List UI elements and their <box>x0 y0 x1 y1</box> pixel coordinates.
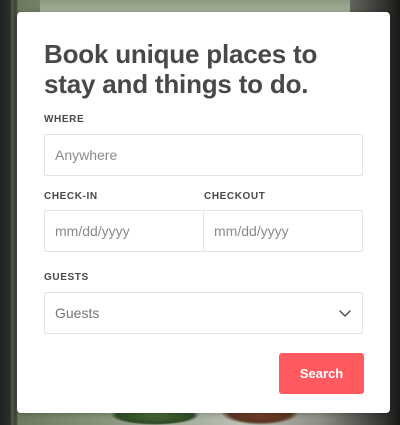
chevron-down-icon <box>339 310 351 317</box>
check-in-input[interactable] <box>44 210 204 252</box>
booking-title: Book unique places to stay and things to… <box>44 39 318 99</box>
check-in-label: CHECK-IN <box>44 191 98 202</box>
guests-select-value: Guests <box>55 305 100 321</box>
checkout-input[interactable] <box>203 210 363 252</box>
where-input[interactable] <box>44 134 363 176</box>
where-label: WHERE <box>44 114 85 125</box>
guests-label: GUESTS <box>44 272 89 283</box>
guests-select[interactable]: Guests <box>44 292 363 334</box>
search-button[interactable]: Search <box>279 353 364 394</box>
checkout-label: CHECKOUT <box>204 191 266 202</box>
booking-card: Book unique places to stay and things to… <box>17 12 390 413</box>
